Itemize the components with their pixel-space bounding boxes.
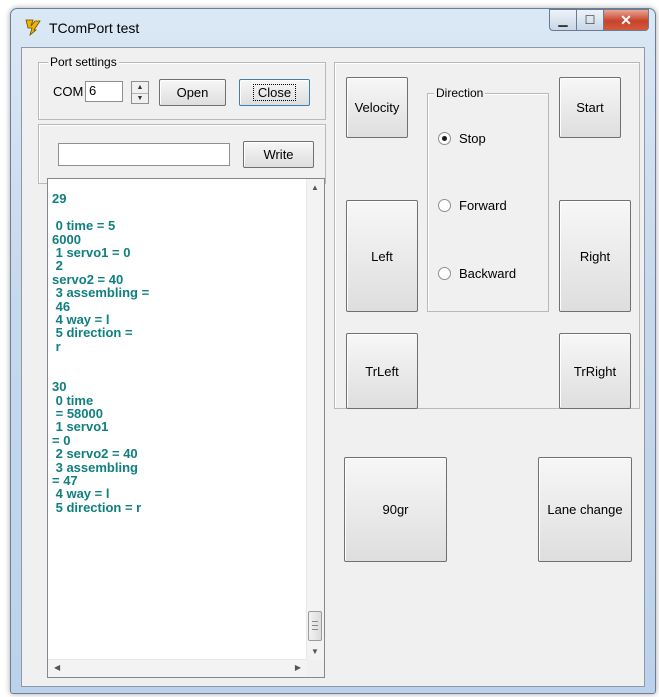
client-area: Port settings COM 6 ▲ ▼ Open Close Write… [21,47,645,687]
spin-up-icon[interactable]: ▲ [132,82,148,93]
velocity-button[interactable]: Velocity [346,77,408,138]
scroll-left-icon[interactable]: ◀ [54,663,60,672]
app-window: TComPort test ▁ ☐ ✕ Port settings COM 6 … [10,8,656,694]
horizontal-scrollbar[interactable]: ◀ ▶ [48,659,307,677]
title-bar[interactable]: TComPort test ▁ ☐ ✕ [11,9,655,43]
maximize-icon: ☐ [584,13,596,27]
write-button[interactable]: Write [243,141,314,168]
com-label: COM [53,84,84,99]
radio-stop[interactable]: Stop [438,131,486,146]
lane-change-button[interactable]: Lane change [538,457,632,562]
minimize-button[interactable]: ▁ [549,9,577,31]
turn-90-button-label: 90gr [382,502,409,517]
minimize-icon: ▁ [558,13,568,27]
scroll-up-icon[interactable]: ▲ [311,183,319,192]
port-settings-group: Port settings COM 6 ▲ ▼ Open Close [38,55,326,120]
close-port-button-label: Close [252,84,297,101]
scroll-down-icon[interactable]: ▼ [311,647,319,656]
radio-forward-label: Forward [459,198,507,213]
radio-backward[interactable]: Backward [438,266,516,281]
direction-group: Direction Stop Forward Backward [427,86,549,312]
app-icon [25,19,41,36]
radio-stop-label: Stop [459,131,486,146]
start-button-label: Start [576,100,604,115]
direction-legend: Direction [434,86,486,100]
spin-down-icon[interactable]: ▼ [132,92,148,105]
close-window-button[interactable]: ✕ [604,9,649,31]
trright-button[interactable]: TrRight [559,333,631,409]
write-input[interactable] [58,143,230,166]
start-button[interactable]: Start [559,77,621,138]
window-title: TComPort test [49,20,140,36]
scroll-right-icon[interactable]: ▶ [295,663,301,672]
log-memo[interactable]: 29 0 time = 5 6000 1 servo1 = 0 2 servo2… [47,178,325,678]
close-port-button[interactable]: Close [239,79,310,106]
radio-backward-label: Backward [459,266,517,281]
lane-change-button-label: Lane change [547,502,623,517]
write-button-label: Write [263,147,294,162]
maximize-button[interactable]: ☐ [577,9,604,31]
radio-backward-circle[interactable] [438,267,451,280]
radio-stop-circle[interactable] [438,132,451,145]
trleft-button-label: TrLeft [365,363,399,379]
controls-panel: Velocity Start Direction Stop Forward Ba… [334,62,640,409]
radio-forward-circle[interactable] [438,199,451,212]
trleft-button[interactable]: TrLeft [346,333,418,409]
left-button-label: Left [371,248,393,264]
velocity-button-label: Velocity [354,100,400,115]
right-button-label: Right [579,248,611,264]
turn-90-button[interactable]: 90gr [344,457,447,562]
right-button[interactable]: Right [559,200,631,312]
close-icon: ✕ [620,11,632,28]
caption-buttons: ▁ ☐ ✕ [549,9,649,31]
open-button[interactable]: Open [159,79,226,106]
scroll-corner [307,660,324,677]
log-text: 29 0 time = 5 6000 1 servo1 = 0 2 servo2… [52,191,150,515]
left-button[interactable]: Left [346,200,418,312]
port-settings-legend: Port settings [48,55,119,69]
com-port-input[interactable]: 6 [85,81,123,102]
com-port-spinner[interactable]: ▲ ▼ [131,81,149,104]
radio-forward[interactable]: Forward [438,198,507,213]
vertical-scrollbar[interactable]: ▲ ▼ [306,179,324,660]
write-group: Write [38,124,326,184]
scroll-thumb[interactable] [308,611,322,641]
open-button-label: Open [176,85,209,100]
trright-button-label: TrRight [573,363,617,379]
